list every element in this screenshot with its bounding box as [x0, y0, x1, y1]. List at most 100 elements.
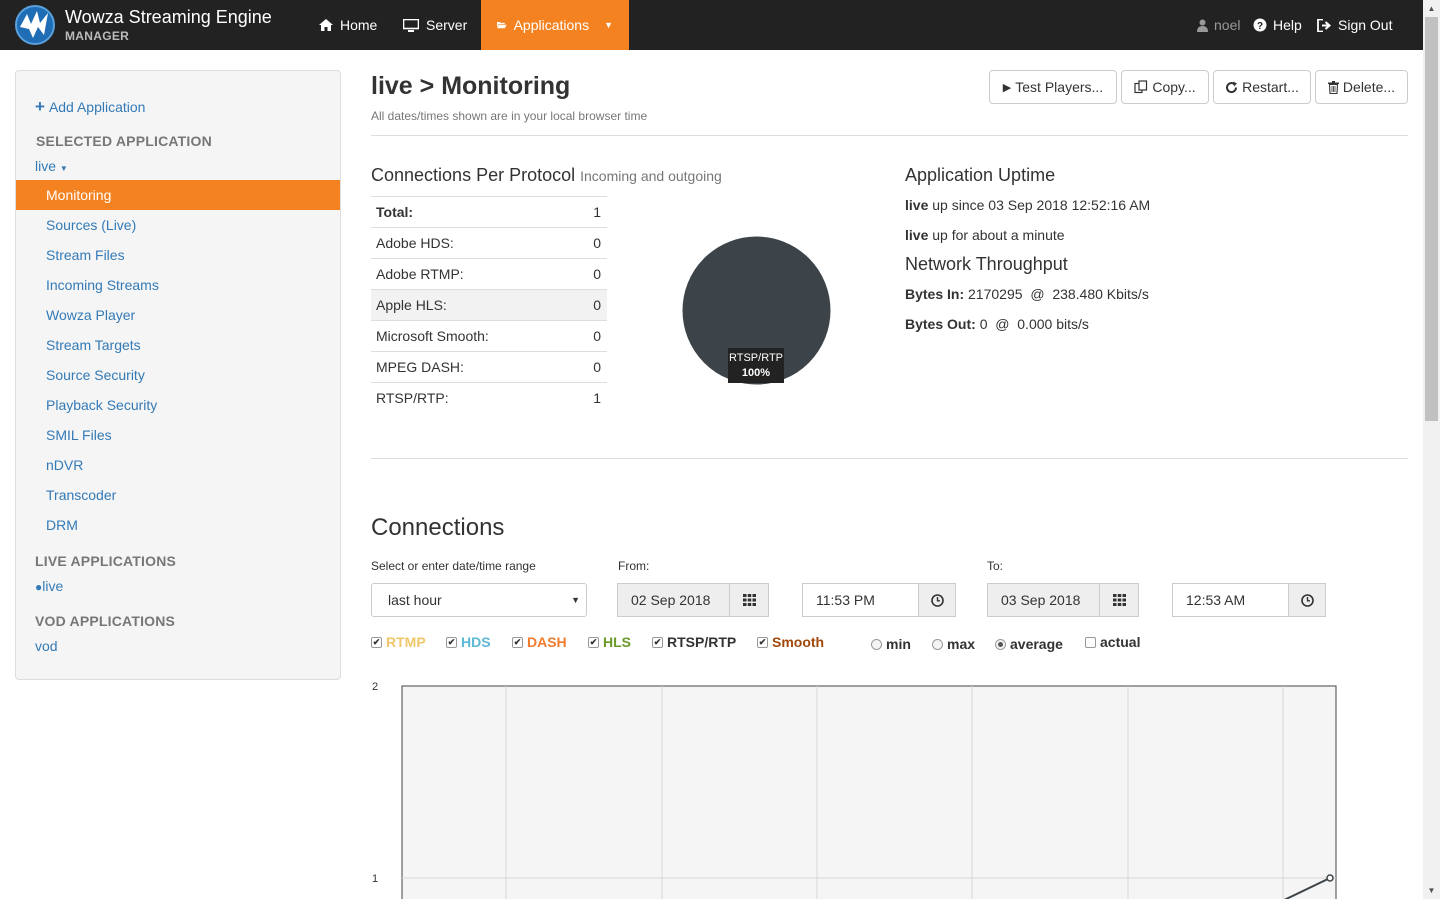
actual-checkbox-label: actual [1100, 634, 1141, 650]
filter-checkbox-hds[interactable]: ✔ HDS [446, 634, 491, 650]
scroll-up-arrow-icon[interactable]: ▲ [1423, 0, 1440, 17]
radio-label: average [1010, 636, 1063, 652]
filter-checkbox-label: RTSP/RTP [667, 634, 737, 650]
live-app-link[interactable]: ●live [35, 578, 63, 594]
app-subtitle: MANAGER [65, 29, 130, 43]
pie-tooltip-label: RTSP/RTP [729, 352, 783, 364]
test-players-label: Test Players... [1015, 79, 1104, 95]
radio-circle[interactable] [932, 638, 943, 650]
trash-icon [1327, 80, 1339, 94]
sidebar-item-playback-security[interactable]: Playback Security [16, 390, 340, 420]
nav-user[interactable]: noel [1197, 0, 1240, 50]
sidebar-item-ndvr[interactable]: nDVR [16, 450, 340, 480]
home-icon [319, 19, 333, 31]
checkmark-icon[interactable]: ✔ [371, 636, 382, 648]
caret-down-icon: ▼ [571, 595, 580, 605]
refresh-icon [1226, 81, 1238, 93]
actual-checkbox[interactable]: actual [1085, 634, 1140, 650]
test-players-button[interactable]: ▶ Test Players... [989, 70, 1117, 104]
radio-circle[interactable] [871, 638, 882, 650]
to-date-input[interactable]: 03 Sep 2018 [987, 583, 1100, 617]
scroll-down-arrow-icon[interactable]: ▼ [1423, 882, 1440, 899]
wowza-logo-icon[interactable] [14, 5, 56, 45]
protocol-row-value: 1 [593, 204, 601, 220]
radio-min[interactable]: min [871, 636, 911, 652]
add-application-link[interactable]: + Add Application [35, 97, 145, 117]
nav-applications[interactable]: Applications ▼ [481, 0, 629, 50]
sidebar-item-wowza-player[interactable]: Wowza Player [16, 300, 340, 330]
scroll-thumb[interactable] [1425, 17, 1438, 421]
uptime-app-name-2: live [905, 227, 929, 243]
vod-app-link[interactable]: vod [35, 638, 58, 654]
nav-applications-label: Applications [513, 17, 590, 33]
calendar-grid-icon [1112, 594, 1126, 606]
from-calendar-button[interactable] [729, 583, 769, 617]
to-clock-button[interactable] [1288, 583, 1326, 617]
radio-max[interactable]: max [932, 636, 975, 652]
sidebar-item-stream-targets[interactable]: Stream Targets [16, 330, 340, 360]
nav-home-label: Home [340, 17, 378, 33]
caret-down-icon: ▼ [59, 164, 68, 173]
uptime-app-name: live [905, 197, 929, 213]
delete-button[interactable]: Delete... [1315, 70, 1408, 104]
radio-dot [998, 641, 1003, 647]
chart-data-point [1326, 874, 1334, 882]
page-subtitle: All dates/times shown are in your local … [371, 109, 648, 123]
checkmark-icon[interactable]: ✔ [512, 636, 523, 648]
sidebar-item-sources-live[interactable]: Sources (Live) [16, 210, 340, 240]
folder-open-icon [497, 22, 507, 29]
sidebar-item-stream-files[interactable]: Stream Files [16, 240, 340, 270]
nav-home[interactable]: Home [303, 0, 393, 50]
actual-checkbox-box[interactable] [1085, 636, 1096, 648]
filter-checkbox-hls[interactable]: ✔ HLS [588, 634, 631, 650]
nav-signout[interactable]: Sign Out [1317, 0, 1392, 50]
connections-chart[interactable]: 21 [371, 676, 1351, 899]
sidebar-item-transcoder[interactable]: Transcoder [16, 480, 340, 510]
page-scrollbar[interactable]: ▲ ▼ [1423, 0, 1440, 899]
checkmark-icon[interactable]: ✔ [757, 636, 768, 648]
protocol-row: Adobe HDS: 0 [371, 227, 607, 258]
protocol-row: Adobe RTMP: 0 [371, 258, 607, 289]
sidebar-item-source-security[interactable]: Source Security [16, 360, 340, 390]
app-title: Wowza Streaming Engine [65, 7, 272, 27]
protocol-row-value: 1 [593, 390, 601, 406]
uptime-since: live up since 03 Sep 2018 12:52:16 AM [905, 197, 1150, 213]
protocols-subtitle: Incoming and outgoing [580, 168, 722, 184]
filter-checkbox-rtsp-rtp[interactable]: ✔ RTSP/RTP [652, 634, 736, 650]
range-select[interactable]: last hour ▼ [371, 583, 587, 617]
clock-icon [1300, 593, 1314, 607]
sidebar-item-incoming-streams[interactable]: Incoming Streams [16, 270, 340, 300]
checkmark-icon[interactable]: ✔ [446, 636, 457, 648]
filter-checkbox-rtmp[interactable]: ✔ RTMP [371, 634, 426, 650]
nav-server[interactable]: Server [387, 0, 483, 50]
filter-checkbox-label: Smooth [772, 634, 825, 650]
plus-icon: + [35, 97, 45, 116]
checkmark-icon[interactable]: ✔ [588, 636, 599, 648]
chart-y-tick-label: 2 [372, 681, 378, 693]
radio-average[interactable]: average [995, 636, 1063, 652]
user-icon [1197, 19, 1208, 32]
protocol-row-label: MPEG DASH: [376, 359, 464, 375]
from-clock-button[interactable] [918, 583, 956, 617]
nav-server-label: Server [426, 17, 468, 33]
to-time-input[interactable]: 12:53 AM [1172, 583, 1289, 617]
to-calendar-button[interactable] [1099, 583, 1139, 617]
nav-help[interactable]: ? Help [1253, 0, 1302, 50]
calendar-grid-icon [742, 594, 756, 606]
checkmark-icon[interactable]: ✔ [652, 636, 663, 648]
filter-checkbox-dash[interactable]: ✔ DASH [512, 634, 567, 650]
sidebar-item-drm[interactable]: DRM [16, 510, 340, 540]
filter-checkbox-smooth[interactable]: ✔ Smooth [757, 634, 824, 650]
copy-label: Copy... [1152, 79, 1196, 95]
svg-text:?: ? [1257, 21, 1263, 32]
sidebar-item-smil-files[interactable]: SMIL Files [16, 420, 340, 450]
copy-button[interactable]: Copy... [1121, 70, 1209, 104]
sidebar: + Add Application SELECTED APPLICATION li… [15, 70, 341, 680]
sidebar-item-monitoring[interactable]: Monitoring [16, 180, 340, 210]
throughput-title: Network Throughput [905, 254, 1068, 274]
selected-app-dropdown[interactable]: live ▼ [35, 158, 68, 174]
radio-circle[interactable] [995, 638, 1006, 650]
from-date-input[interactable]: 02 Sep 2018 [617, 583, 730, 617]
restart-button[interactable]: Restart... [1213, 70, 1311, 104]
from-time-input[interactable]: 11:53 PM [802, 583, 919, 617]
